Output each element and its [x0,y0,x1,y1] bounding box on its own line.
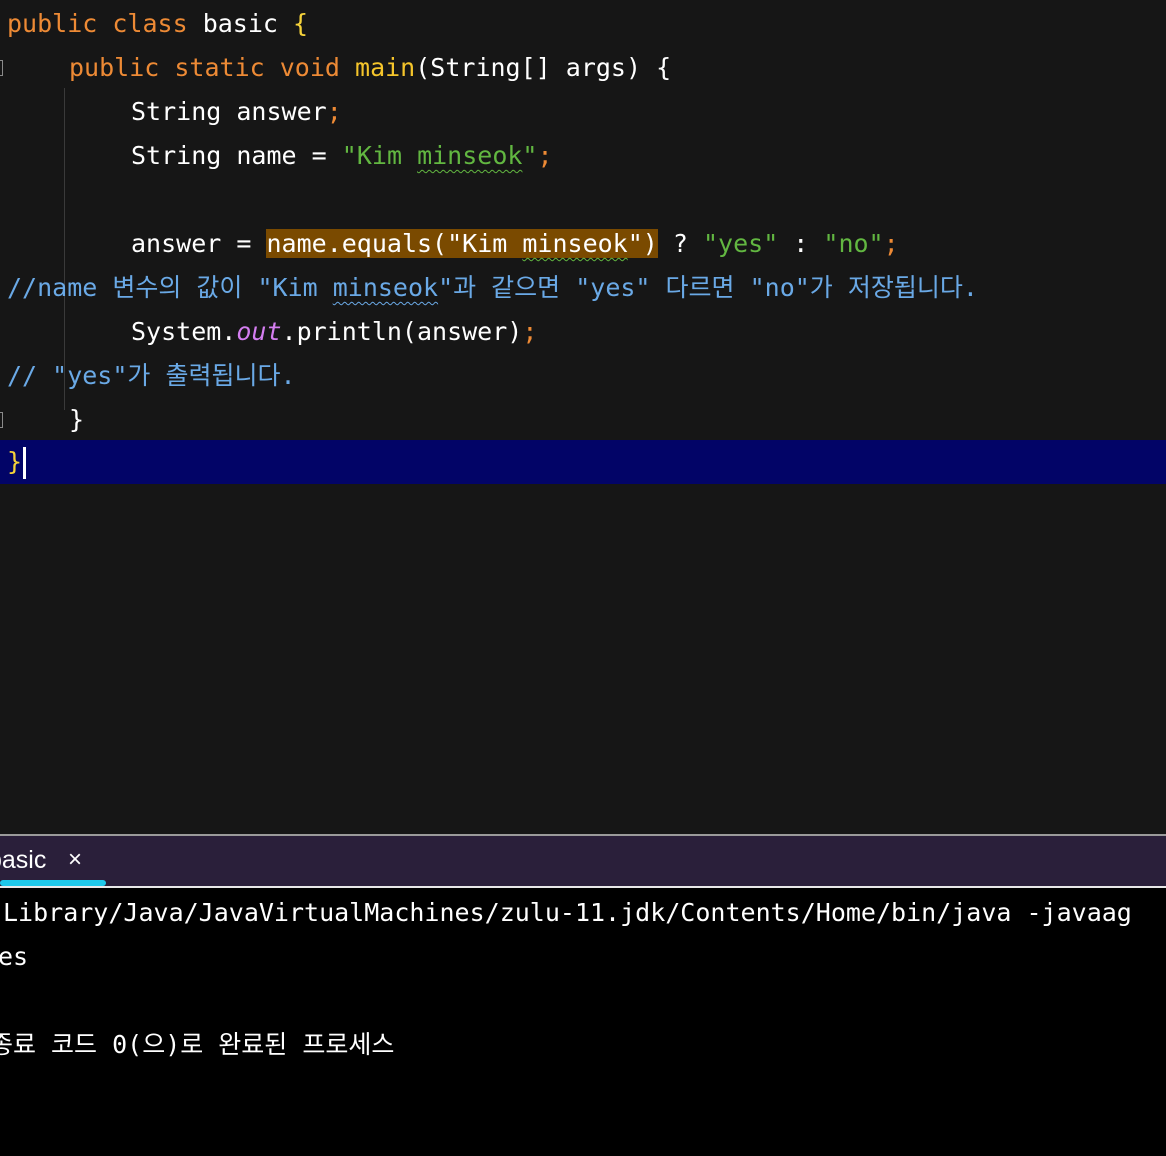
close-brace: } [7,447,23,476]
keyword-static: static [174,53,265,82]
code-line-ternary-assignment[interactable]: answer = name.equals("Kim minseok") ? "y… [131,222,899,266]
semicolon: ; [326,97,342,126]
run-tool-window-header: basic × [0,836,1166,888]
console-line-exit-status: 종료 코드 0(으)로 완료된 프로세스 [0,1030,395,1059]
run-tab-label: basic [0,846,47,874]
close-icon[interactable]: × [68,846,82,874]
code-line-close-class[interactable]: } [0,440,1166,484]
keyword-class: class [112,9,188,38]
code-line-class-declaration[interactable]: public class basic { [7,2,308,46]
keyword-public: public [7,9,98,38]
code-editor[interactable]: public class basic { public static void … [0,0,1166,834]
console-line-command: Library/Java/JavaVirtualMachines/zulu-11… [3,898,1132,927]
code-line-answer-declaration[interactable]: String answer; [131,90,342,134]
run-tab-basic[interactable]: basic × [0,836,106,886]
code-comment-ternary[interactable]: //name 변수의 값이 "Kim minseok"과 같으면 "yes" 다… [7,266,978,310]
spelling-squiggle: minseok [522,229,628,258]
fold-marker-icon[interactable] [0,60,3,76]
text-caret [23,447,27,479]
console-line-output: es [0,942,29,971]
spelling-squiggle: minseok [332,273,439,302]
semicolon: ; [537,141,553,170]
code-line-close-method[interactable]: } [69,398,84,442]
string-literal: "Kim minseok" [341,141,538,170]
type-name: String [131,141,222,170]
string-no: "no" [823,229,884,258]
selection-highlight: name.equals("Kim minseok") [266,229,658,258]
ternary-colon: : [778,229,824,258]
keyword-void: void [279,53,340,82]
method-params: (String[] args) { [415,53,672,82]
ternary-question: ? [657,229,703,258]
code-line-println[interactable]: System.out.println(answer); [131,310,537,354]
static-field-out: out [236,317,282,346]
variable-name: name [236,141,297,170]
semicolon: ; [883,229,899,258]
println-call: .println(answer) [281,317,523,346]
code-comment-output[interactable]: // "yes"가 출력됩니다. [7,354,296,398]
open-brace: { [293,9,309,38]
method-name: main [355,53,416,82]
system-class: System. [131,317,237,346]
code-line-main-method[interactable]: public static void main(String[] args) { [69,46,671,90]
keyword-public: public [69,53,160,82]
variable-name: answer [236,97,327,126]
assignment-lhs: answer = [131,229,252,258]
assign-operator: = [311,141,327,170]
string-yes: "yes" [702,229,779,258]
type-name: String [131,97,222,126]
spelling-squiggle: minseok [417,141,523,170]
fold-marker-icon[interactable] [0,412,3,428]
close-brace: } [69,405,85,434]
code-line-name-declaration[interactable]: String name = "Kim minseok"; [131,134,553,178]
semicolon: ; [522,317,538,346]
class-name: basic [202,9,278,38]
active-tab-indicator [0,880,106,886]
run-console-output[interactable]: Library/Java/JavaVirtualMachines/zulu-11… [0,888,1166,1156]
